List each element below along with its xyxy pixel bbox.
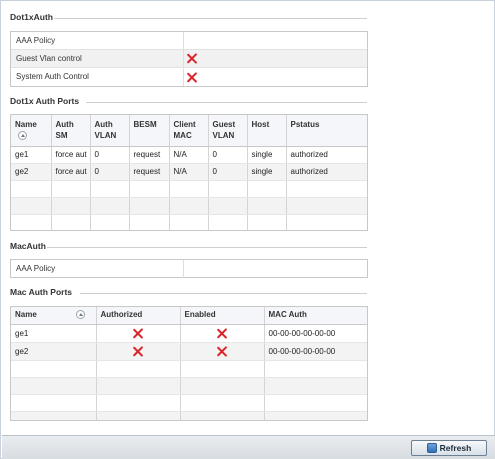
empty-row — [11, 180, 367, 198]
column-header-mac-auth[interactable]: MAC Auth — [264, 307, 367, 325]
section-title-dot1xauth: Dot1xAuth — [10, 12, 53, 22]
red-x-icon — [187, 72, 198, 83]
kv-label: System Auth Control — [11, 68, 184, 86]
kv-label: AAA Policy — [11, 260, 184, 278]
red-x-icon — [217, 346, 228, 357]
kv-row-aaa-policy: AAA Policy — [11, 32, 367, 50]
section-title-macauth: MacAuth — [10, 241, 46, 251]
empty-row — [11, 377, 367, 395]
column-header-authorized[interactable]: Authorized — [96, 307, 181, 325]
cell-pstatus: authorized — [286, 146, 367, 164]
macauth-box: AAA Policy — [10, 259, 368, 278]
cell-name: ge2 — [11, 163, 52, 181]
section-divider — [86, 102, 367, 103]
sort-icon[interactable] — [75, 310, 85, 320]
cell-name: ge2 — [11, 342, 97, 361]
section-divider — [54, 18, 367, 19]
red-x-icon — [133, 328, 144, 339]
mac-auth-ports-table: Name Authorized Enabled MAC Auth ge1 00-… — [10, 306, 368, 421]
kv-value — [184, 50, 367, 67]
kv-value — [184, 32, 367, 49]
column-header-host[interactable]: Host — [247, 115, 287, 147]
refresh-label: Refresh — [439, 443, 472, 453]
cell-enabled — [180, 342, 265, 361]
cell-host: single — [247, 163, 287, 181]
empty-row — [11, 214, 367, 230]
table-header: Name Auth SM Auth VLAN BESM Client MAC G… — [11, 115, 367, 147]
section-divider — [80, 293, 367, 294]
cell-client-mac: N/A — [169, 163, 209, 181]
column-header-enabled[interactable]: Enabled — [180, 307, 265, 325]
empty-row — [11, 360, 367, 378]
empty-row — [11, 411, 367, 420]
column-header-client-mac[interactable]: Client MAC — [169, 115, 209, 147]
kv-value — [184, 68, 367, 86]
content-area: Dot1xAuth AAA Policy Guest Vlan control … — [2, 2, 493, 435]
dot1x-ports-table: Name Auth SM Auth VLAN BESM Client MAC G… — [10, 114, 368, 231]
kv-row-aaa-policy: AAA Policy — [11, 260, 367, 278]
cell-auth-vlan: 0 — [90, 146, 130, 164]
cell-name: ge1 — [11, 146, 52, 164]
table-row[interactable]: ge2 force aut 0 request N/A 0 single aut… — [11, 163, 367, 181]
kv-value — [184, 260, 367, 278]
footer-bar: Refresh — [2, 435, 495, 459]
table-header: Name Authorized Enabled MAC Auth — [11, 307, 367, 325]
cell-auth-sm: force aut — [51, 146, 91, 164]
cell-mac-auth: 00-00-00-00-00-00 — [264, 324, 367, 343]
section-title-dot1x-auth-ports: Dot1x Auth Ports — [10, 96, 80, 106]
cell-besm: request — [129, 146, 170, 164]
refresh-button[interactable]: Refresh — [411, 440, 487, 456]
cell-authorized — [96, 324, 181, 343]
cell-name: ge1 — [11, 324, 97, 343]
empty-row — [11, 394, 367, 412]
column-header-pstatus[interactable]: Pstatus — [286, 115, 367, 147]
red-x-icon — [217, 328, 228, 339]
cell-enabled — [180, 324, 265, 343]
cell-host: single — [247, 146, 287, 164]
table-row[interactable]: ge2 00-00-00-00-00-00 — [11, 342, 367, 361]
red-x-icon — [187, 53, 198, 64]
red-x-icon — [133, 346, 144, 357]
cell-pstatus: authorized — [286, 163, 367, 181]
column-header-name[interactable]: Name — [11, 307, 97, 325]
dot1xauth-box: AAA Policy Guest Vlan control System Aut… — [10, 31, 368, 87]
cell-auth-sm: force aut — [51, 163, 91, 181]
column-header-guest-vlan[interactable]: Guest VLAN — [208, 115, 248, 147]
refresh-icon — [426, 443, 437, 453]
column-header-name[interactable]: Name — [11, 115, 52, 147]
cell-besm: request — [129, 163, 170, 181]
sort-icon[interactable] — [18, 131, 27, 141]
status-panel: Dot1xAuth AAA Policy Guest Vlan control … — [0, 0, 495, 459]
kv-row-guest-vlan-control: Guest Vlan control — [11, 50, 367, 68]
section-divider — [47, 247, 367, 248]
cell-mac-auth: 00-00-00-00-00-00 — [264, 342, 367, 361]
column-header-besm[interactable]: BESM — [129, 115, 170, 147]
cell-authorized — [96, 342, 181, 361]
kv-row-system-auth-control: System Auth Control — [11, 68, 367, 86]
table-row[interactable]: ge1 00-00-00-00-00-00 — [11, 324, 367, 343]
cell-guest-vlan: 0 — [208, 146, 248, 164]
column-header-auth-vlan[interactable]: Auth VLAN — [90, 115, 130, 147]
cell-guest-vlan: 0 — [208, 163, 248, 181]
kv-label: AAA Policy — [11, 32, 184, 49]
table-row[interactable]: ge1 force aut 0 request N/A 0 single aut… — [11, 146, 367, 164]
column-header-auth-sm[interactable]: Auth SM — [51, 115, 91, 147]
section-title-mac-auth-ports: Mac Auth Ports — [10, 287, 73, 297]
kv-label: Guest Vlan control — [11, 50, 184, 67]
cell-client-mac: N/A — [169, 146, 209, 164]
cell-auth-vlan: 0 — [90, 163, 130, 181]
empty-row — [11, 197, 367, 215]
